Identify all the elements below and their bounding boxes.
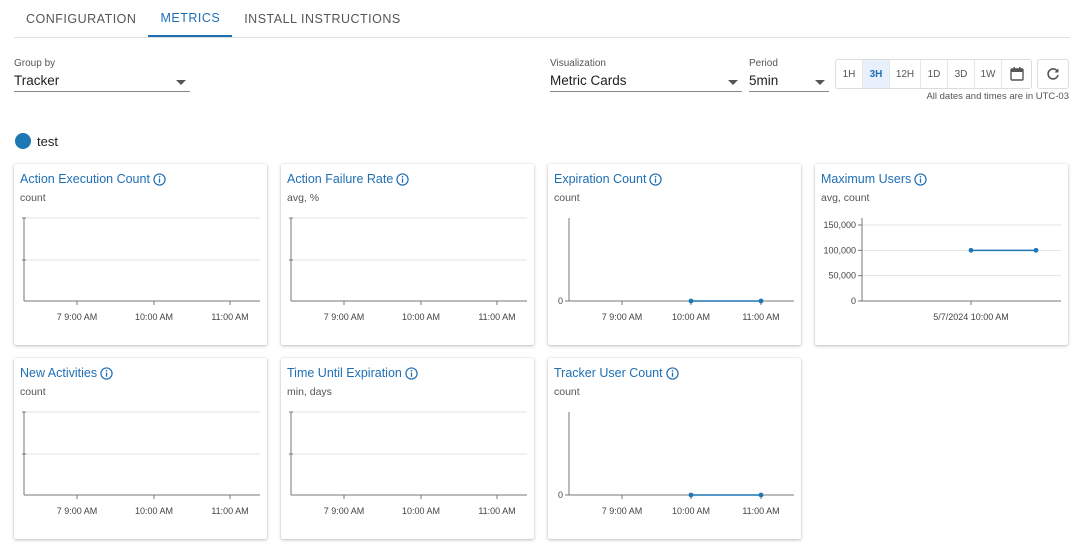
series-legend[interactable]: test [15, 133, 58, 149]
data-point [688, 492, 694, 498]
data-point [758, 298, 764, 304]
calendar-icon [1009, 67, 1024, 81]
data-point [758, 492, 764, 498]
metric-card: Expiration Count count 0 7 9:00 AM 10:00 AM 1… [548, 164, 801, 345]
x-tick-label: 11:00 AM [742, 312, 779, 322]
y-tick-label: 100,000 [823, 245, 856, 255]
period-label: Period [749, 58, 778, 69]
legend-swatch [15, 133, 31, 149]
range-1h-button[interactable]: 1H [836, 60, 863, 88]
y-tick-label: 0 [558, 490, 563, 500]
x-tick-label: 11:00 AM [742, 506, 779, 516]
group-by-select[interactable]: Tracker [14, 70, 190, 92]
time-range-group: 1H 3H 12H 1D 3D 1W [835, 59, 1032, 89]
chevron-down-icon [728, 80, 738, 85]
tab-bar: CONFIGURATION METRICS INSTALL INSTRUCTIO… [14, 0, 1070, 38]
metric-chart: 7 9:00 AM 10:00 AM 11:00 AM [22, 411, 260, 516]
metric-card: Time Until Expiration min, days 7 9:00 AM 1… [281, 358, 534, 539]
y-tick-label: 0 [558, 296, 563, 306]
metric-chart: 150,000 100,000 50,000 0 5/7/2024 10:00 AM [823, 218, 1061, 322]
tab-metrics[interactable]: METRICS [148, 0, 233, 37]
refresh-button[interactable] [1037, 59, 1069, 89]
data-point [968, 247, 974, 253]
data-point [1033, 247, 1039, 253]
x-tick-label: 11:00 AM [478, 312, 515, 322]
metric-card: New Activities count 7 9:00 AM 10:00 AM 11:0… [14, 358, 267, 539]
range-1d-button[interactable]: 1D [921, 60, 948, 88]
refresh-icon [1047, 68, 1059, 80]
y-tick-label: 150,000 [823, 220, 856, 230]
range-12h-button[interactable]: 12H [890, 60, 921, 88]
x-tick-label: 10:00 AM [135, 506, 173, 516]
legend-label: test [37, 133, 58, 149]
metric-chart: 0 7 9:00 AM 10:00 AM 11:00 AM [558, 218, 794, 322]
metric-chart: 0 7 9:00 AM 10:00 AM 11:00 AM [558, 412, 794, 516]
metric-card: Action Execution Count count 7 9:00 AM 10:0… [14, 164, 267, 345]
range-3h-button[interactable]: 3H [863, 60, 890, 88]
tab-install-instructions[interactable]: INSTALL INSTRUCTIONS [232, 0, 413, 37]
range-1w-button[interactable]: 1W [975, 60, 1002, 88]
x-tick-label: 7 9:00 AM [324, 506, 365, 516]
metric-chart: 7 9:00 AM 10:00 AM 11:00 AM [289, 411, 527, 516]
metric-card: Maximum Users avg, count 150,000 100,000 50,… [815, 164, 1068, 345]
visualization-label: Visualization [550, 58, 606, 69]
metric-chart: 7 9:00 AM 10:00 AM 11:00 AM [22, 217, 260, 322]
x-tick-label: 11:00 AM [478, 506, 515, 516]
group-by-label: Group by [14, 58, 56, 69]
x-tick-label: 7 9:00 AM [602, 312, 643, 322]
x-tick-label: 10:00 AM [402, 506, 440, 516]
x-tick-label: 11:00 AM [211, 506, 248, 516]
chevron-down-icon [815, 80, 825, 85]
visualization-value: Metric Cards [550, 73, 627, 88]
chevron-down-icon [176, 80, 186, 85]
x-tick-label: 10:00 AM [402, 312, 440, 322]
x-tick-label: 10:00 AM [672, 312, 710, 322]
x-tick-label: 7 9:00 AM [324, 312, 365, 322]
x-tick-label: 7 9:00 AM [602, 506, 643, 516]
range-3d-button[interactable]: 3D [948, 60, 975, 88]
x-tick-label: 7 9:00 AM [57, 506, 98, 516]
period-select[interactable]: 5min [749, 70, 829, 92]
y-tick-label: 50,000 [828, 271, 856, 281]
x-tick-label: 10:00 AM [135, 312, 173, 322]
y-tick-label: 0 [851, 296, 856, 306]
period-value: 5min [749, 73, 779, 88]
x-tick-label: 7 9:00 AM [57, 312, 98, 322]
calendar-button[interactable] [1002, 60, 1031, 88]
data-point [688, 298, 694, 304]
x-tick-label: 10:00 AM [672, 506, 710, 516]
x-tick-label: 5/7/2024 10:00 AM [933, 312, 1009, 322]
metric-chart: 7 9:00 AM 10:00 AM 11:00 AM [289, 217, 527, 322]
metric-card: Tracker User Count count 0 7 9:00 AM 10:00 A… [548, 358, 801, 539]
metric-card: Action Failure Rate avg, % 7 9:00 AM 10:00 … [281, 164, 534, 345]
x-tick-label: 11:00 AM [211, 312, 248, 322]
group-by-value: Tracker [14, 73, 60, 88]
visualization-select[interactable]: Metric Cards [550, 70, 742, 92]
tab-configuration[interactable]: CONFIGURATION [14, 0, 148, 37]
timezone-note: All dates and times are in UTC-03 [926, 91, 1069, 102]
